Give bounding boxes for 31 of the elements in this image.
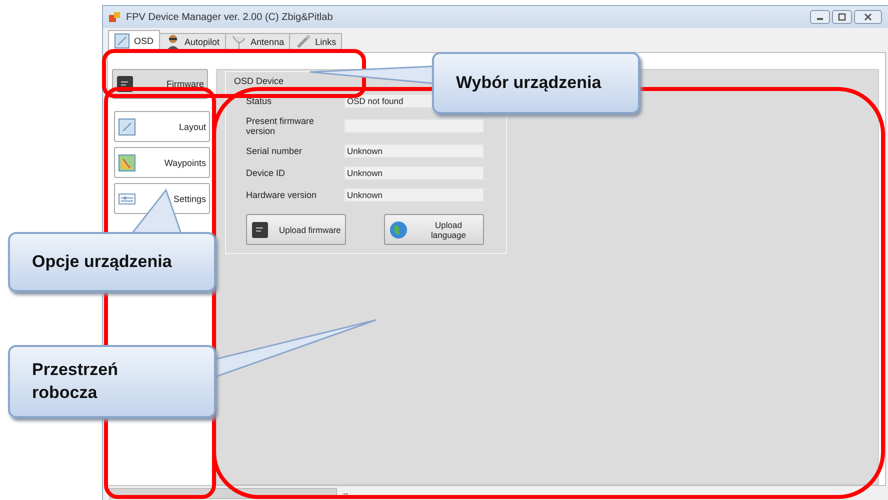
value-field: Unknown xyxy=(344,188,484,202)
close-button[interactable] xyxy=(854,10,882,24)
osd-icon xyxy=(114,32,130,48)
callout-tooltip: Wybór urządzenia xyxy=(432,52,640,114)
sidebar-item[interactable]: Layout xyxy=(114,111,210,142)
maximize-icon xyxy=(838,13,846,21)
value-field: Unknown xyxy=(344,144,484,158)
app-icon xyxy=(109,11,121,23)
antenna-icon xyxy=(230,34,247,50)
layout-icon xyxy=(118,118,136,136)
status-text: -- xyxy=(343,488,348,498)
upload-button[interactable]: Upload firmware xyxy=(246,214,346,245)
field-label: Status xyxy=(246,96,273,106)
group-title: OSD Device xyxy=(234,76,284,86)
field-label: Serial number xyxy=(246,146,304,156)
globe-icon xyxy=(389,220,408,240)
minimize-button[interactable] xyxy=(810,10,830,24)
waypoints-icon xyxy=(118,154,136,172)
field-label: Device ID xyxy=(246,168,286,178)
window-title: FPV Device Manager ver. 2.00 (C) Zbig&Pitlab xyxy=(126,12,333,22)
upload-button[interactable]: Upload language xyxy=(384,214,484,245)
chip-icon xyxy=(251,220,269,238)
links-icon xyxy=(295,34,312,50)
callout-tooltip: Przestrzeń robocza xyxy=(8,345,216,418)
maximize-button[interactable] xyxy=(832,10,852,24)
callout-tooltip: Opcje urządzenia xyxy=(8,232,216,292)
value-field: Unknown xyxy=(344,166,484,180)
field-label: Hardware version xyxy=(246,190,318,200)
field-label: Present firmware version xyxy=(246,116,316,136)
close-icon xyxy=(864,13,872,21)
sidebar-item[interactable]: Waypoints xyxy=(114,147,210,178)
